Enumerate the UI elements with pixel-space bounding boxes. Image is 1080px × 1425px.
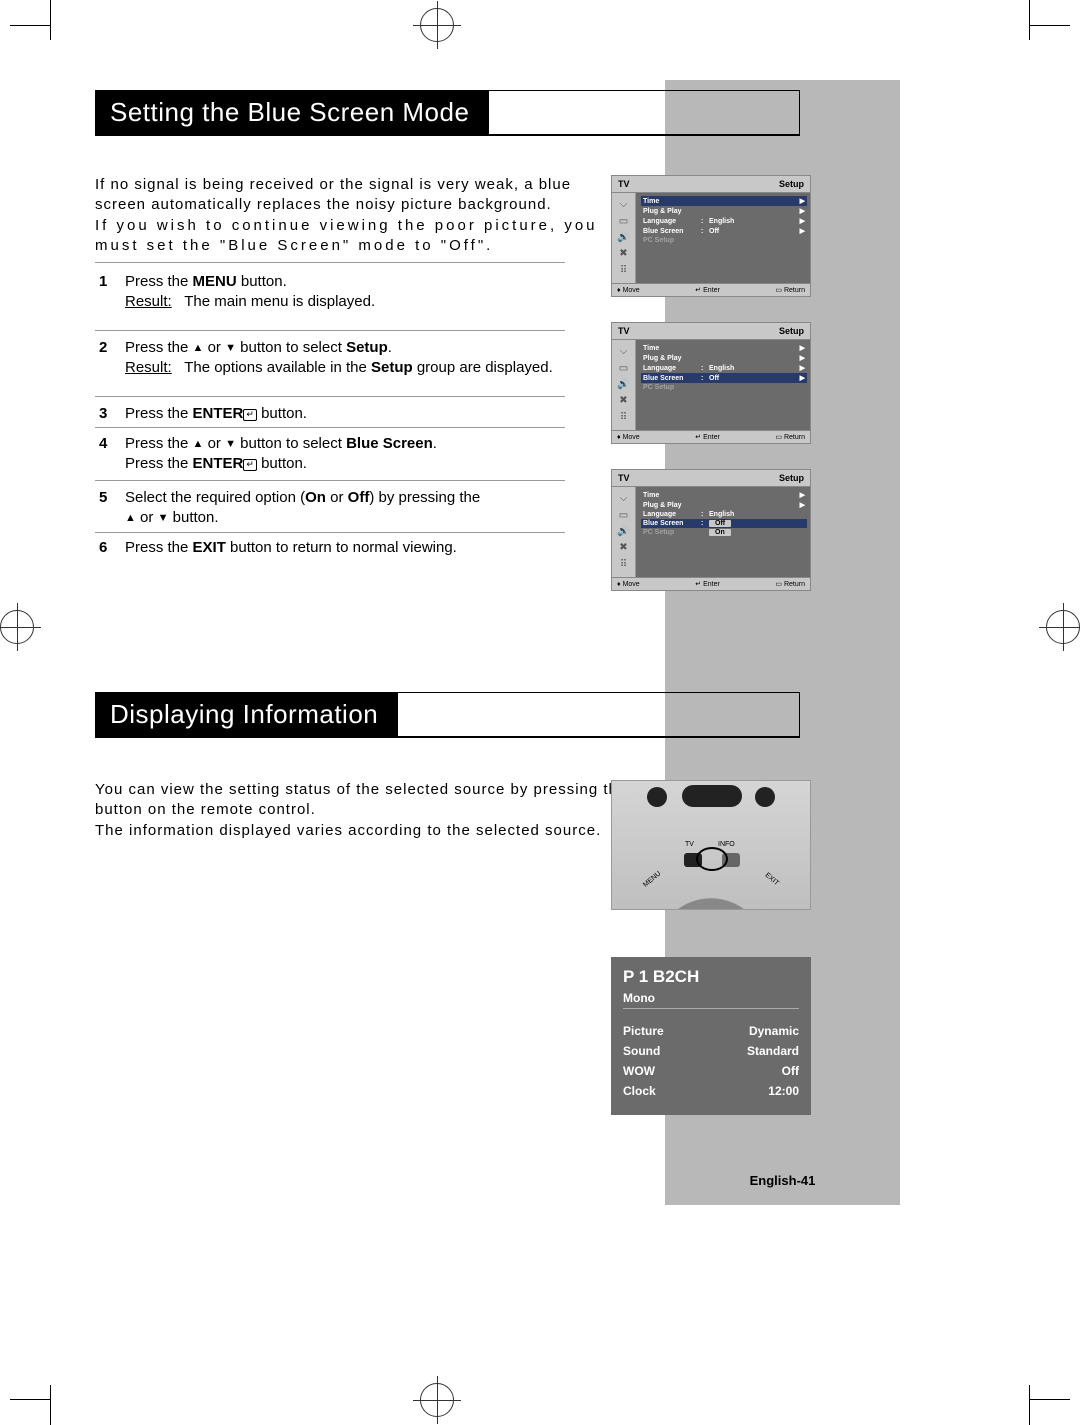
manual-page: Setting the Blue Screen Mode If no signa… [95, 80, 840, 1205]
intro-text: If no signal is being received or the si… [95, 175, 605, 256]
volume-rocker [682, 785, 742, 807]
step-1: 1 Press the MENU button. Result: The mai… [95, 272, 565, 313]
channel-icon: ✖ [619, 249, 627, 259]
enter-icon: ↵ [243, 459, 257, 471]
up-triangle-icon: ▲ [125, 511, 136, 526]
info-row: WOWOff [623, 1061, 799, 1081]
osd-menu-2: TVSetup ⌵▭🔊✖⠿ Time▶ Plug & Play▶ Languag… [611, 322, 811, 444]
divider [95, 396, 565, 397]
osd-icon-strip: ⌵▭🔊✖⠿ [612, 487, 636, 577]
page-number: English-41 [665, 1173, 900, 1188]
remote-control-image: TV INFO MENU EXIT [611, 780, 811, 910]
section-title-displaying-info: Displaying Information [95, 692, 800, 738]
step-number: 4 [99, 434, 107, 454]
info-row: SoundStandard [623, 1041, 799, 1061]
info-row: PictureDynamic [623, 1021, 799, 1041]
info-row: Clock12:00 [623, 1081, 799, 1101]
step-number: 3 [99, 404, 107, 424]
divider [95, 330, 565, 331]
divider [95, 480, 565, 481]
osd-menu-1: TVSetup ⌵ ▭ 🔊 ✖ ⠿ Time▶ Plug & Play▶ Lan… [611, 175, 811, 297]
section-title-text: Displaying Information [96, 693, 398, 736]
info-paragraph: You can view the setting status of the s… [95, 780, 685, 841]
sound-icon: 🔊 [617, 233, 629, 243]
sound-mode: Mono [623, 991, 799, 1009]
up-triangle-icon: ▲ [193, 341, 204, 356]
step-number: 6 [99, 538, 107, 558]
down-triangle-icon: ▼ [225, 437, 236, 452]
step-2: 2 Press the ▲ or ▼ button to select Setu… [95, 338, 565, 379]
osd-icon-strip: ⌵▭🔊✖⠿ [612, 340, 636, 430]
picture-icon: ▭ [619, 217, 628, 227]
osd-icon-strip: ⌵ ▭ 🔊 ✖ ⠿ [612, 193, 636, 283]
step-number: 5 [99, 488, 107, 508]
section-title-blue-screen: Setting the Blue Screen Mode [95, 90, 800, 136]
channel-title: P 1 B2CH [623, 967, 799, 987]
divider [95, 532, 565, 533]
up-triangle-icon: ▲ [193, 437, 204, 452]
step-6: 6 Press the EXIT button to return to nor… [95, 538, 565, 558]
step-5: 5 Select the required option (On or Off)… [95, 488, 565, 529]
info-highlight-circle [696, 847, 728, 871]
osd-menu-3: TVSetup ⌵▭🔊✖⠿ Time▶ Plug & Play▶ Languag… [611, 469, 811, 591]
intro-line-1: If no signal is being received or the si… [95, 175, 605, 216]
setup-icon: ⠿ [620, 266, 627, 276]
section-title-text: Setting the Blue Screen Mode [96, 91, 489, 134]
down-triangle-icon: ▼ [225, 341, 236, 356]
divider [95, 262, 565, 263]
enter-icon: ↵ [243, 409, 257, 421]
step-4: 4 Press the ▲ or ▼ button to select Blue… [95, 434, 565, 475]
step-number: 1 [99, 272, 107, 292]
step-3: 3 Press the ENTER↵ button. [95, 404, 565, 424]
down-triangle-icon: ▼ [158, 511, 169, 526]
mute-button [647, 787, 667, 807]
power-button [755, 787, 775, 807]
info-display-panel: P 1 B2CH Mono PictureDynamic SoundStanda… [611, 957, 811, 1115]
divider [95, 427, 565, 428]
intro-line-2: If you wish to continue viewing the poor… [95, 216, 605, 257]
input-icon: ⌵ [620, 200, 628, 210]
step-number: 2 [99, 338, 107, 358]
